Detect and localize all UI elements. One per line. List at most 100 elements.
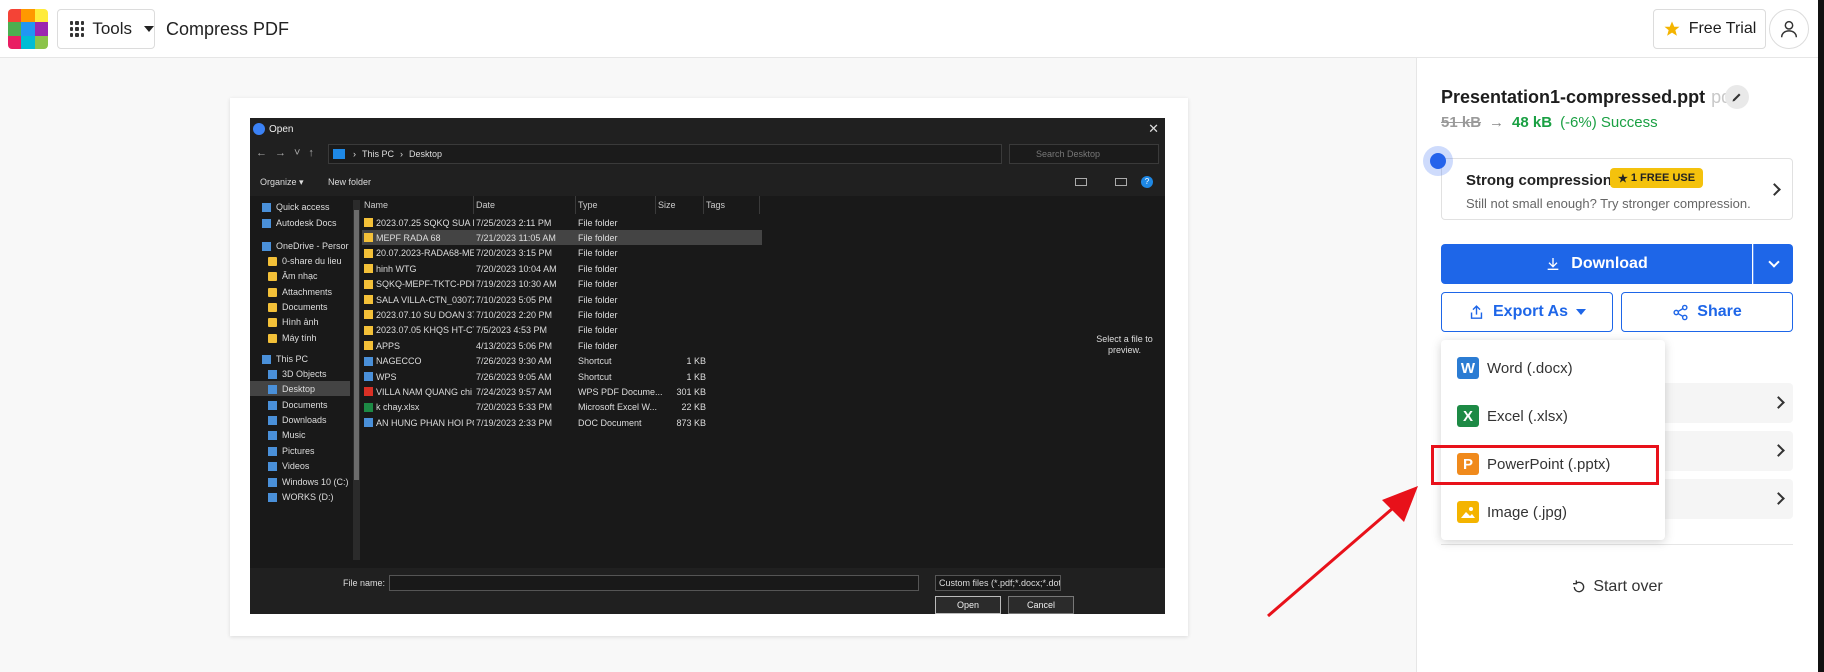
app-logo[interactable] — [8, 9, 48, 49]
cloud-icon — [262, 241, 271, 251]
account-button[interactable] — [1769, 9, 1809, 49]
nav-item: Hình ảnh — [268, 317, 319, 327]
folder-icon — [268, 302, 277, 312]
rename-button[interactable] — [1725, 85, 1749, 109]
open-file-dialog-screenshot: Open ✕ ←→˅↑ › This PC › Desktop Search D… — [250, 118, 1165, 614]
download-button[interactable]: Download — [1441, 244, 1752, 284]
dialog-bottom-row: File name: Custom files (*.pdf;*.docx;*.… — [250, 568, 1165, 614]
annotation-highlight-box — [1431, 445, 1659, 485]
column-header: Type — [576, 196, 656, 214]
compression-status: (-6%) Success — [1560, 114, 1658, 131]
nav-item: Windows 10 (C:) — [268, 477, 349, 487]
image-icon — [1457, 501, 1479, 523]
help-icon: ? — [1141, 176, 1153, 188]
nav-item: Quick access — [262, 202, 330, 212]
start-over-button[interactable]: Start over — [1441, 578, 1793, 596]
document-preview: Open ✕ ←→˅↑ › This PC › Desktop Search D… — [230, 98, 1188, 636]
file-row: k chay.xlsx 7/20/2023 5:33 PM Microsoft Ex… — [362, 400, 762, 415]
dialog-search: Search Desktop — [1009, 144, 1159, 164]
folder-icon — [268, 271, 277, 281]
file-row: 2023.07.05 KHQS HT-CTN 7/5/2023 4:53 PM Fi… — [362, 323, 762, 338]
new-folder-button: New folder — [328, 177, 372, 187]
export-option-3[interactable]: Image (.jpg) — [1441, 488, 1665, 536]
grid-icon — [70, 21, 85, 37]
download-options-button[interactable] — [1753, 244, 1793, 284]
strong-compression-card[interactable]: Strong compression ★ 1 FREE USE Still not… — [1441, 158, 1793, 220]
download-icon — [1547, 258, 1559, 270]
chevron-right-icon — [1772, 396, 1785, 409]
column-header: Name — [362, 196, 474, 214]
tour-hotspot[interactable] — [1423, 146, 1453, 176]
annotation-arrow — [1267, 486, 1418, 618]
file-icon — [364, 402, 373, 412]
compressed-size: 48 kB — [1512, 114, 1553, 131]
dialog-navigation-pane: Quick access Autodesk Docs OneDrive - Pers… — [250, 196, 362, 568]
path-segment: Desktop — [409, 149, 443, 159]
logo-tile — [8, 22, 22, 36]
tools-menu-button[interactable]: Tools — [57, 9, 155, 49]
share-button[interactable]: Share — [1621, 292, 1793, 332]
address-bar: › This PC › Desktop — [328, 144, 1002, 164]
picture-icon — [268, 446, 277, 456]
file-name-field — [389, 575, 919, 591]
excel-icon: X — [1457, 405, 1479, 427]
export-option-1[interactable]: X Excel (.xlsx) — [1441, 392, 1665, 440]
view-options-icon — [1075, 178, 1087, 186]
column-header: Size — [656, 196, 704, 214]
open-button: Open — [935, 596, 1001, 614]
nav-item: Documents — [268, 400, 328, 410]
logo-tile — [34, 22, 48, 36]
strong-compression-subtitle: Still not small enough? Try stronger com… — [1466, 196, 1751, 211]
file-icon — [364, 233, 373, 243]
file-row: MEPF RADA 68 7/21/2023 11:05 AM File folde… — [362, 230, 762, 246]
export-option-0[interactable]: W Word (.docx) — [1441, 344, 1665, 392]
nav-item: Máy tính — [268, 333, 317, 343]
doc-icon — [268, 400, 277, 410]
nav-item: Autodesk Docs — [262, 218, 337, 228]
nav-item: Music — [268, 430, 306, 440]
dialog-command-row: Organize ▾ New folder ? — [250, 168, 1165, 196]
file-row: NAGECCO 7/26/2023 9:30 AM Shortcut 1 KB — [362, 354, 762, 369]
nav-item: 3D Objects — [268, 369, 327, 379]
arrow-right-icon: → — [1489, 114, 1505, 131]
music-icon — [268, 430, 277, 440]
logo-tile — [8, 9, 22, 23]
nav-item: Downloads — [268, 415, 327, 425]
desktop-icon — [268, 384, 277, 394]
file-icon — [364, 248, 373, 258]
caret-down-icon — [1575, 309, 1586, 315]
file-row: 2023.07.25 SQKQ SUA DOI7/25/2023 2:11 PM… — [362, 215, 762, 230]
dialog-titlebar: Open ✕ — [250, 118, 1165, 140]
nav-item: 0-share du lieu — [268, 256, 342, 266]
top-bar: Tools Compress PDF Free Trial — [0, 0, 1824, 58]
nav-scrollbar — [353, 200, 360, 560]
pc-icon — [262, 354, 271, 364]
nav-item: Pictures — [268, 446, 315, 456]
file-row: VILLA NAM QUANG chi t... 7/24/2023 9:57 A… — [362, 384, 762, 399]
file-icon — [364, 310, 373, 320]
user-icon — [1780, 20, 1798, 38]
download-icon — [268, 415, 277, 425]
folder-icon — [268, 317, 277, 327]
export-as-button[interactable]: Export As — [1441, 292, 1613, 332]
dialog-address-row: ←→˅↑ › This PC › Desktop Search Desktop — [250, 140, 1165, 168]
free-trial-button[interactable]: Free Trial — [1653, 9, 1766, 49]
file-row: 2023.07.10 SU DOAN 377 7/10/2023 2:20 PM F… — [362, 307, 762, 322]
logo-tile — [8, 35, 22, 49]
logo-tile — [34, 35, 48, 49]
drive-icon — [268, 492, 277, 502]
divider — [1441, 544, 1793, 545]
file-icon — [364, 372, 373, 381]
strong-compression-title: Strong compression — [1466, 172, 1612, 189]
drive-icon — [268, 477, 277, 487]
close-icon: ✕ — [1148, 121, 1159, 136]
size-summary: 51 kB → 48 kB (-6%) Success — [1441, 114, 1658, 131]
cube-icon — [268, 369, 277, 379]
word-icon: W — [1457, 357, 1479, 379]
file-row: SALA VILLA-CTN_030720237/10/2023 5:05 PM… — [362, 292, 762, 307]
pencil-icon — [1732, 93, 1741, 102]
file-icon — [364, 279, 373, 289]
folder-icon — [268, 256, 277, 266]
output-file-name: Presentation1-compressed.ppt pdf — [1441, 87, 1737, 107]
file-icon — [364, 218, 373, 227]
